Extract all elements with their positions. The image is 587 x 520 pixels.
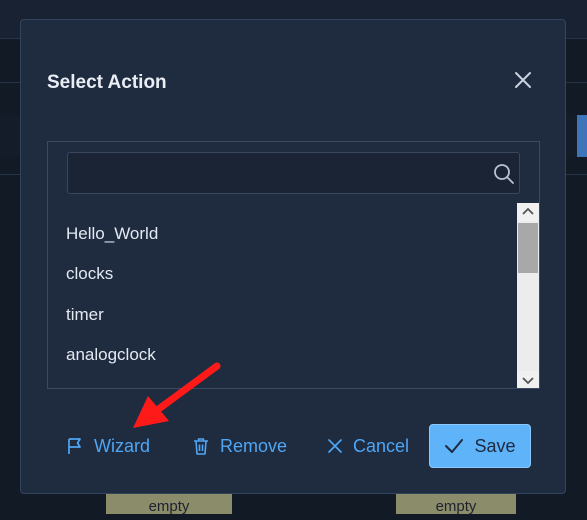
- list-item[interactable]: analogclock: [66, 345, 156, 365]
- chevron-down-icon: [522, 377, 534, 385]
- background-cell: empty: [396, 494, 516, 515]
- close-button[interactable]: [511, 68, 535, 92]
- search-input[interactable]: [68, 153, 478, 193]
- wizard-button-label: Wizard: [94, 435, 151, 456]
- search-box: [67, 152, 520, 194]
- scroll-thumb[interactable]: [518, 223, 538, 273]
- scroll-up-button[interactable]: [517, 203, 539, 221]
- background-cell: empty: [106, 494, 232, 515]
- search-icon[interactable]: [493, 163, 515, 185]
- wizard-button[interactable]: Wizard: [65, 425, 150, 467]
- trash-icon: [194, 438, 208, 455]
- flag-icon: [68, 438, 81, 454]
- action-list-panel: Hello_World clocks timer analogclock ...: [47, 141, 540, 389]
- remove-button[interactable]: Remove: [191, 425, 287, 467]
- save-button[interactable]: Save: [429, 424, 531, 468]
- chevron-up-icon: [522, 207, 534, 215]
- list-item[interactable]: ...: [66, 385, 80, 388]
- select-action-dialog: Select Action Hello_World clocks timer a…: [20, 19, 566, 494]
- list-item[interactable]: clocks: [66, 264, 113, 284]
- background-accent: [577, 115, 587, 157]
- check-icon: [445, 439, 464, 453]
- cancel-button[interactable]: Cancel: [326, 425, 409, 467]
- dialog-title: Select Action: [47, 72, 167, 93]
- scroll-down-button[interactable]: [517, 371, 539, 388]
- save-button-label: Save: [474, 435, 516, 456]
- cancel-button-label: Cancel: [353, 435, 410, 456]
- list-scrollbar[interactable]: [517, 203, 539, 388]
- remove-button-label: Remove: [220, 435, 288, 456]
- list-item[interactable]: Hello_World: [66, 224, 158, 244]
- list-item[interactable]: timer: [66, 305, 104, 325]
- x-icon: [328, 439, 342, 453]
- close-icon: [515, 72, 531, 88]
